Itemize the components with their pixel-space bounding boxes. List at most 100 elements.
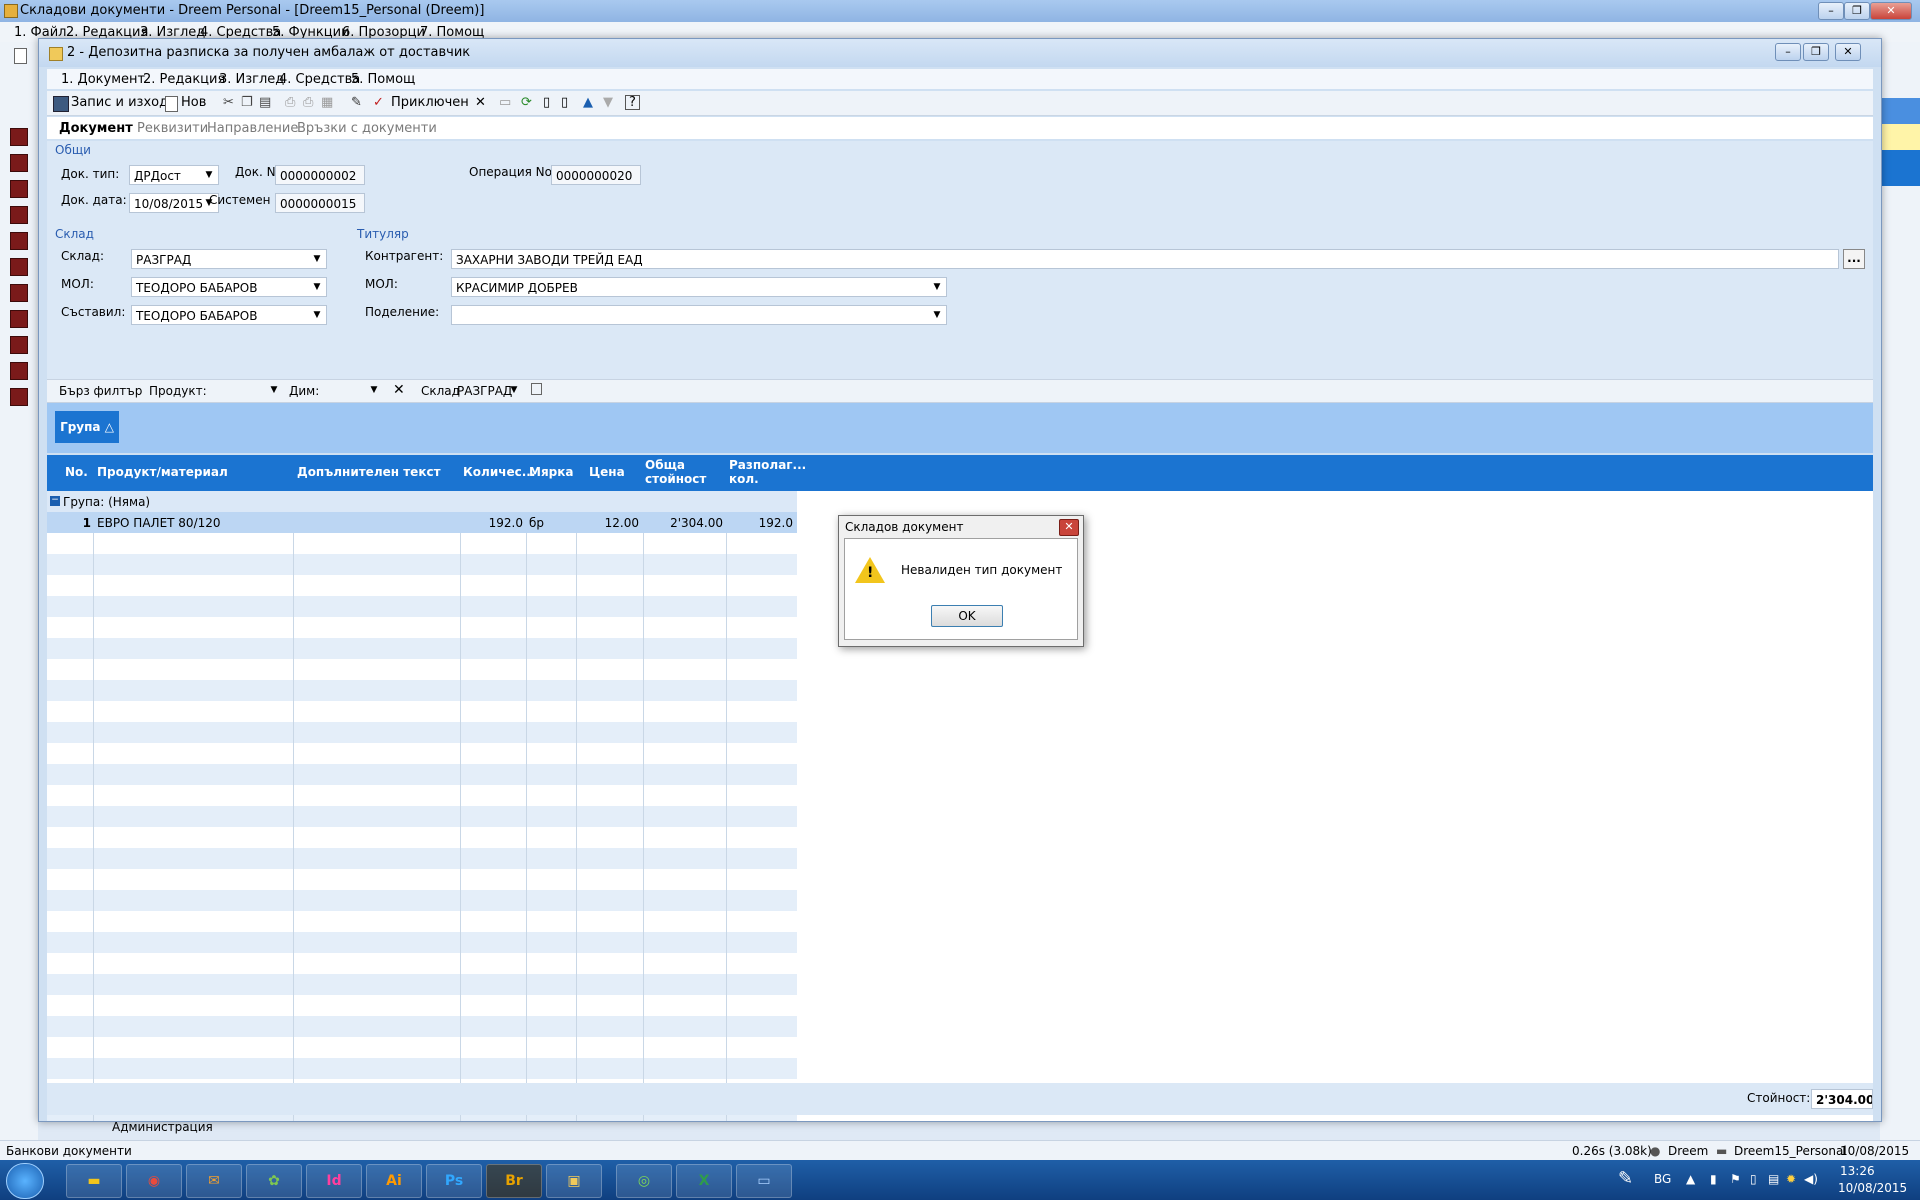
col-quantity[interactable]: Количес... [463,465,535,479]
page-copy-icon[interactable]: ▯ [561,95,568,110]
panel-tab[interactable] [1880,98,1920,124]
dim-filter-select[interactable]: ▼ [321,381,383,400]
doc-restore-button[interactable]: ❐ [1803,43,1829,61]
contragent-browse-button[interactable]: ... [1843,249,1865,269]
restore-button[interactable]: ❐ [1844,2,1870,20]
explorer-icon[interactable]: ▬ [66,1164,122,1198]
tray-sun-icon[interactable]: ✹ [1786,1172,1796,1186]
page-icon[interactable]: ▯ [543,95,550,110]
module-icon[interactable] [10,154,28,172]
tray-flag-icon[interactable]: ⚑ [1730,1172,1741,1186]
division-select[interactable]: ▼ [451,305,947,325]
module-icon[interactable] [10,128,28,146]
doc-date-field[interactable]: 10/08/2015 ▼ [129,193,219,213]
doc-close-button[interactable]: ✕ [1835,43,1861,61]
indesign-icon[interactable]: Id [306,1164,362,1198]
module-icon[interactable] [10,258,28,276]
col-no[interactable]: No. [65,465,88,479]
mol-select[interactable]: ТЕОДОРО БАБАРОВ ▼ [131,277,327,297]
clear-filter-icon[interactable]: ✕ [393,382,405,398]
new-button[interactable]: Нов [181,95,206,110]
module-icon[interactable] [10,388,28,406]
warehouse-select[interactable]: РАЗГРАД ▼ [131,249,327,269]
save-exit-button[interactable]: Запис и изход [71,95,168,110]
group-row[interactable]: − Група: (Няма) [47,491,797,512]
illustrator-icon[interactable]: Ai [366,1164,422,1198]
operation-no-field[interactable]: 0000000020 [551,165,641,185]
dialog-close-button[interactable]: ✕ [1059,519,1079,536]
outlook-icon[interactable]: ✉ [186,1164,242,1198]
minimize-button[interactable]: – [1818,2,1844,20]
completed-button[interactable]: Приключен [391,95,469,110]
dreem-icon[interactable]: ▣ [546,1164,602,1198]
delete-icon[interactable]: ✕ [475,95,486,110]
system-no-field[interactable]: 0000000015 [275,193,365,213]
print-preview-icon[interactable]: ⎙ [303,95,313,110]
close-button[interactable]: ✕ [1870,2,1912,20]
col-total[interactable]: Обща стойност [645,458,706,486]
app-circle-icon[interactable]: ◎ [616,1164,672,1198]
clock-date[interactable]: 10/08/2015 [1838,1181,1907,1195]
col-price[interactable]: Цена [589,465,625,479]
copy-icon[interactable]: ❐ [241,95,253,110]
filter-options-icon[interactable] [531,383,542,395]
app-leaf-icon[interactable]: ✿ [246,1164,302,1198]
remote-desktop-icon[interactable]: ▭ [736,1164,792,1198]
doc-no-field[interactable]: 0000000002 [275,165,365,185]
table-row[interactable]: 1 ЕВРО ПАЛЕТ 80/120 192.0 бр 12.00 2'304… [47,512,797,533]
sidebar-item-administration[interactable]: Администрация [112,1120,213,1134]
arrow-down-icon[interactable]: ▼ [603,95,613,110]
tray-battery-icon[interactable]: ▯ [1750,1172,1757,1186]
module-icon[interactable] [10,180,28,198]
export-icon[interactable]: ▦ [321,95,333,110]
tray-sync-icon[interactable]: ▤ [1768,1172,1779,1186]
doc-menu-view[interactable]: 3. Изглед [219,72,284,87]
tray-network-icon[interactable]: ▮ [1710,1172,1717,1186]
col-available[interactable]: Разполаг... кол. [729,458,806,486]
doc-type-select[interactable]: ДРДост ▼ [129,165,219,185]
doc-menu-tools[interactable]: 4. Средства [279,72,360,87]
print-icon[interactable]: ⎙ [285,95,295,110]
tab-related-documents[interactable]: Връзки с документи [297,121,437,136]
bridge-icon[interactable]: Br [486,1164,542,1198]
doc-menu-edit[interactable]: 2. Редакция [143,72,225,87]
col-unit[interactable]: Мярка [529,465,573,479]
module-icon[interactable] [10,206,28,224]
pen-tablet-icon[interactable]: ✎ [1618,1168,1633,1189]
dialog-ok-button[interactable]: OK [931,605,1003,627]
product-filter-select[interactable]: ▼ [205,381,283,400]
edit-icon[interactable]: ✎ [351,95,362,110]
start-button[interactable] [6,1163,44,1199]
doc-menu-help[interactable]: 5. Помощ [351,72,415,87]
warehouse-filter-select[interactable]: РАЗГРАД ▼ [457,381,523,400]
tab-direction[interactable]: Направление [207,121,298,136]
arrow-up-icon[interactable]: ▲ [583,95,593,110]
chrome-icon[interactable]: ◉ [126,1164,182,1198]
tab-document[interactable]: Документ [59,121,133,136]
panel-tab[interactable] [1880,124,1920,150]
collapse-icon[interactable]: − [50,496,60,506]
module-icon[interactable] [10,232,28,250]
module-icon[interactable] [10,336,28,354]
module-icon[interactable] [10,362,28,380]
col-product[interactable]: Продукт/материал [97,465,228,479]
cut-icon[interactable]: ✂ [223,95,234,110]
module-icon[interactable] [10,284,28,302]
tray-expand-icon[interactable]: ▲ [1686,1172,1695,1186]
volume-icon[interactable]: ◀) [1804,1172,1818,1186]
col-extra-text[interactable]: Допълнителен текст [297,465,441,479]
paste-icon[interactable]: ▤ [259,95,271,110]
module-icon[interactable] [10,310,28,328]
photoshop-icon[interactable]: Ps [426,1164,482,1198]
group-column-button[interactable]: Група △ [55,411,119,443]
new-page-icon[interactable] [14,48,27,64]
contragent-field[interactable]: ЗАХАРНИ ЗАВОДИ ТРЕЙД ЕАД [451,249,1839,269]
refresh-icon[interactable]: ⟳ [521,95,532,110]
panel-tab[interactable] [1880,150,1920,186]
attach-icon[interactable]: ▭ [499,95,511,110]
language-indicator[interactable]: BG [1654,1172,1671,1186]
tab-requisites[interactable]: Реквизити [137,121,208,136]
help-icon[interactable]: ? [625,95,640,110]
compiled-by-select[interactable]: ТЕОДОРО БАБАРОВ ▼ [131,305,327,325]
doc-menu-document[interactable]: 1. Документ [61,72,145,87]
